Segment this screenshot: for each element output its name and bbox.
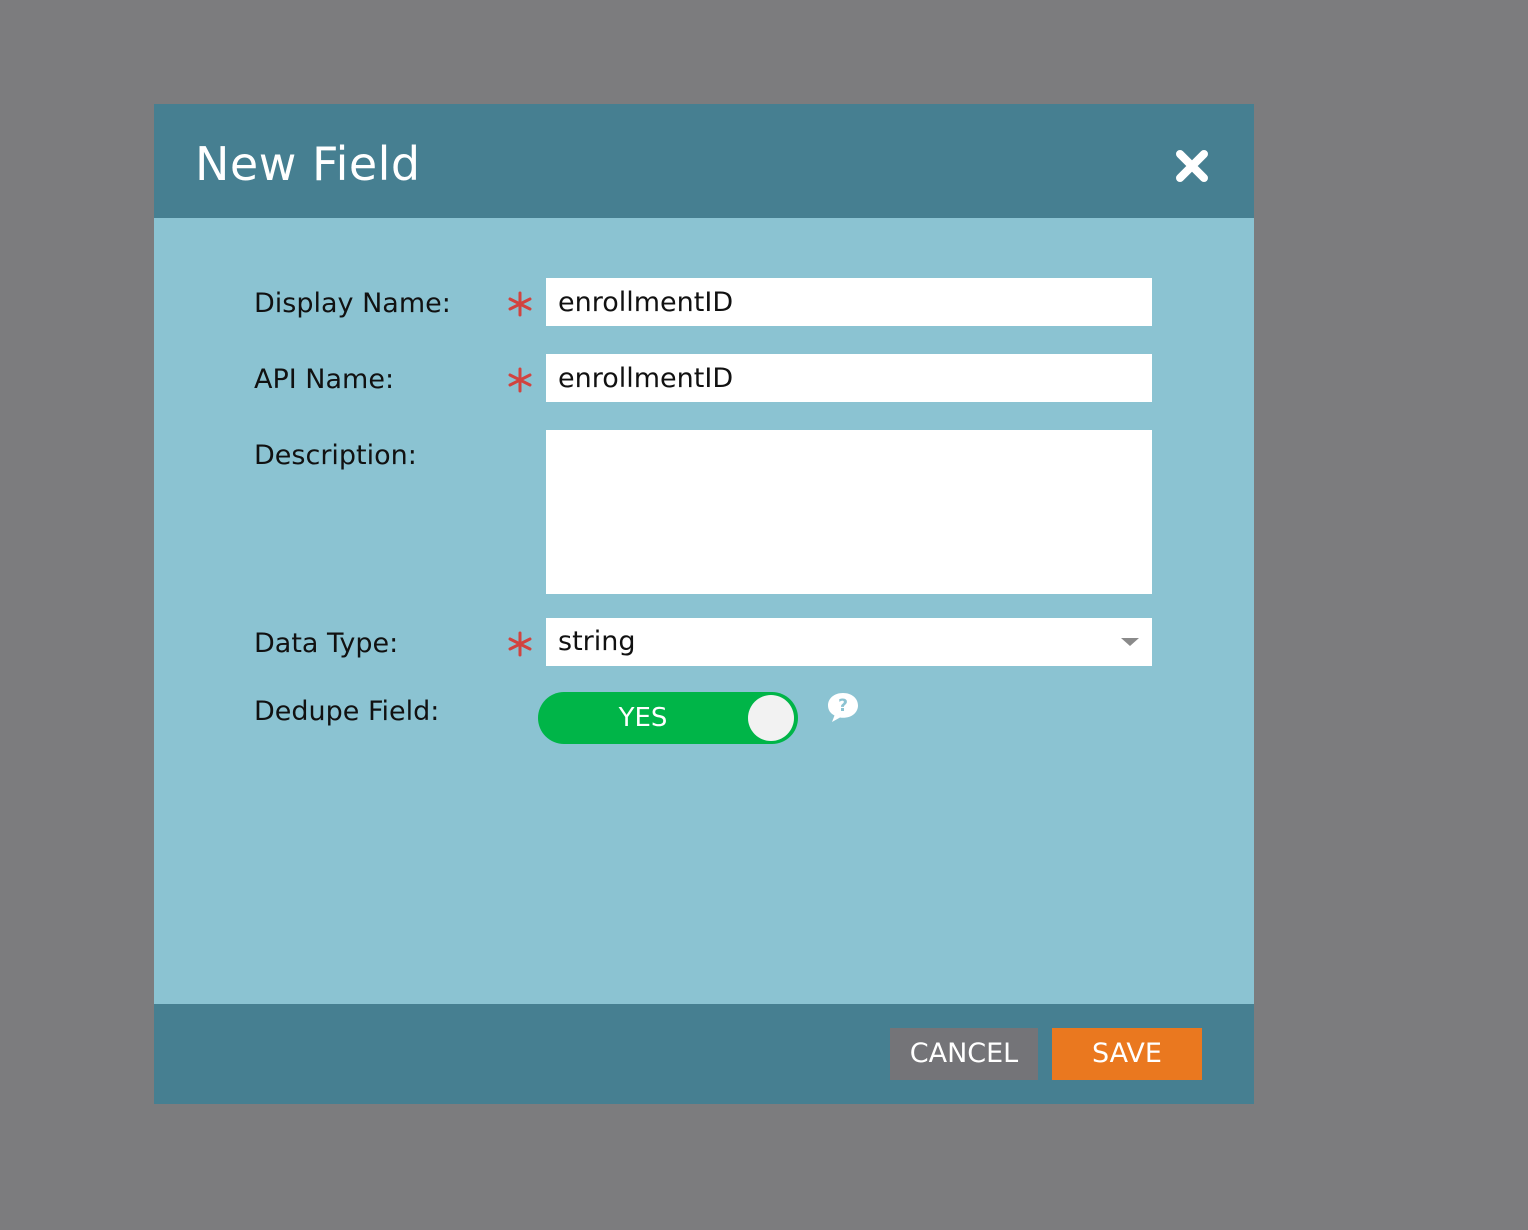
- display-name-label: Display Name:: [254, 288, 451, 319]
- data-type-value: string: [558, 626, 636, 657]
- api-name-input[interactable]: [546, 354, 1152, 402]
- description-textarea[interactable]: [546, 430, 1152, 594]
- data-type-select[interactable]: string: [546, 618, 1152, 666]
- toggle-state-label: YES: [618, 703, 668, 733]
- save-button[interactable]: SAVE: [1052, 1028, 1202, 1080]
- dialog-header: New Field: [154, 104, 1254, 218]
- dedupe-field-toggle[interactable]: YES: [538, 692, 798, 744]
- description-label: Description:: [254, 440, 417, 471]
- dialog-title: New Field: [195, 137, 421, 191]
- svg-text:?: ?: [838, 696, 848, 716]
- display-name-input[interactable]: [546, 278, 1152, 326]
- dedupe-field-label: Dedupe Field:: [254, 696, 440, 727]
- required-asterisk-icon: [508, 631, 532, 657]
- dialog-footer: CANCEL SAVE: [154, 1004, 1254, 1104]
- new-field-dialog: New Field Display Name: API Name: Descri…: [154, 104, 1254, 1104]
- cancel-button[interactable]: CANCEL: [890, 1028, 1038, 1080]
- help-icon[interactable]: ?: [825, 690, 861, 726]
- toggle-knob: [748, 695, 794, 741]
- required-asterisk-icon: [508, 367, 532, 393]
- close-icon[interactable]: [1172, 146, 1212, 186]
- chevron-down-icon: [1121, 638, 1139, 646]
- required-asterisk-icon: [508, 291, 532, 317]
- api-name-label: API Name:: [254, 364, 395, 395]
- data-type-label: Data Type:: [254, 628, 399, 659]
